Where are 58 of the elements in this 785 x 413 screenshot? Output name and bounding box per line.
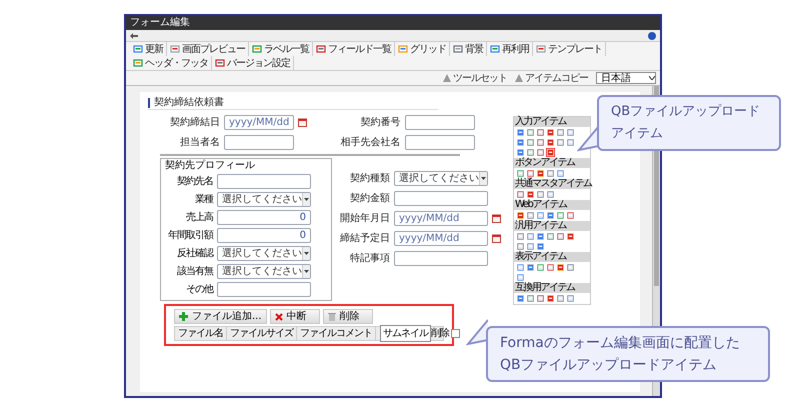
field-label: 契約先名 <box>176 174 213 188</box>
column-header: ファイルサイズ <box>227 326 297 341</box>
field-label: 相手先会社名 <box>340 136 400 150</box>
section-title: 契約締結依頼書 <box>154 96 224 110</box>
window-title: フォーム編集 <box>130 18 190 28</box>
select-field[interactable]: 選択してください <box>394 170 488 186</box>
select-field[interactable]: 選択してください <box>217 264 311 278</box>
field-label: 業種 <box>194 192 213 206</box>
toolbar-button[interactable]: バージョン設定 <box>212 56 294 70</box>
column-header: ファイルコメント <box>297 326 376 341</box>
palette-section-title: 互換用アイテム <box>514 283 590 293</box>
palette-section-title: 入力アイテム <box>514 117 590 127</box>
field-label: 開始年月日 <box>340 212 390 226</box>
toolbar-button[interactable]: テンプレート <box>533 42 606 56</box>
palette-section-title: 表示アイテム <box>514 252 590 262</box>
field-label: 契約番号 <box>360 116 400 130</box>
date-field[interactable]: yyyy/MM/dd <box>394 230 488 246</box>
palette-section-title: ボタンアイテム <box>514 158 590 168</box>
toolbar-button[interactable]: 再利用 <box>487 42 533 56</box>
date-field[interactable]: yyyy/MM/dd <box>394 210 488 226</box>
callout: Formaのフォーム編集画面に配置したQBファイルアップロードアイテム <box>486 326 770 382</box>
column-header: ファイル名 <box>175 326 227 341</box>
select-field[interactable]: 選択してください <box>217 246 311 260</box>
toolbar-button[interactable]: グリッド <box>395 42 450 56</box>
upload-button[interactable]: ファイル追加... <box>174 309 267 324</box>
toolbar-button[interactable]: ラベル一覧 <box>249 42 313 56</box>
palette-section-title: 汎用アイテム <box>514 221 590 231</box>
field-label: 契約金額 <box>349 192 390 206</box>
toolbar-button[interactable]: 更新 <box>130 42 167 56</box>
delete-label: 削除 <box>431 326 449 341</box>
field-label: 担当者名 <box>179 136 220 150</box>
toolbar-button[interactable]: 画面プレビュー <box>167 42 249 56</box>
language-select[interactable]: 日本語 <box>596 72 656 84</box>
field-label: 契約締結日 <box>169 116 220 130</box>
upload-button[interactable]: 中断 <box>270 309 320 324</box>
group-title: 契約先プロフィール <box>165 159 256 172</box>
field-label: 特記事項 <box>349 252 390 266</box>
tool-button[interactable]: ツールセット <box>443 70 507 86</box>
field-label: 売上高 <box>185 210 213 224</box>
palette-section-title: 共通マスタアイテム <box>514 179 590 189</box>
field-label: 年間取引額 <box>167 228 213 242</box>
number-field[interactable]: 0 <box>217 228 311 242</box>
toolbar-button[interactable]: 背景 <box>450 42 487 56</box>
field-label: 締結予定日 <box>340 232 390 246</box>
field-label: 契約種類 <box>349 172 390 186</box>
callout: QBファイルアップロードアイテム <box>597 95 781 151</box>
date-field[interactable]: yyyy/MM/dd <box>224 114 294 130</box>
toolbar-button[interactable]: ヘッダ・フッタ <box>130 56 212 70</box>
field-label: 該当有無 <box>176 264 213 278</box>
number-field[interactable]: 0 <box>217 210 311 224</box>
select-field[interactable]: 選択してください <box>217 192 311 206</box>
field-label: 反社確認 <box>176 246 213 260</box>
tool-button[interactable]: アイテムコピー <box>515 70 588 86</box>
toolbar-button[interactable]: フィールド一覧 <box>313 42 395 56</box>
upload-button[interactable]: 削除 <box>322 309 373 324</box>
field-label: その他 <box>185 282 213 296</box>
view-select[interactable]: サムネイル <box>380 325 431 342</box>
palette-section-title: Webアイテム <box>514 200 590 210</box>
